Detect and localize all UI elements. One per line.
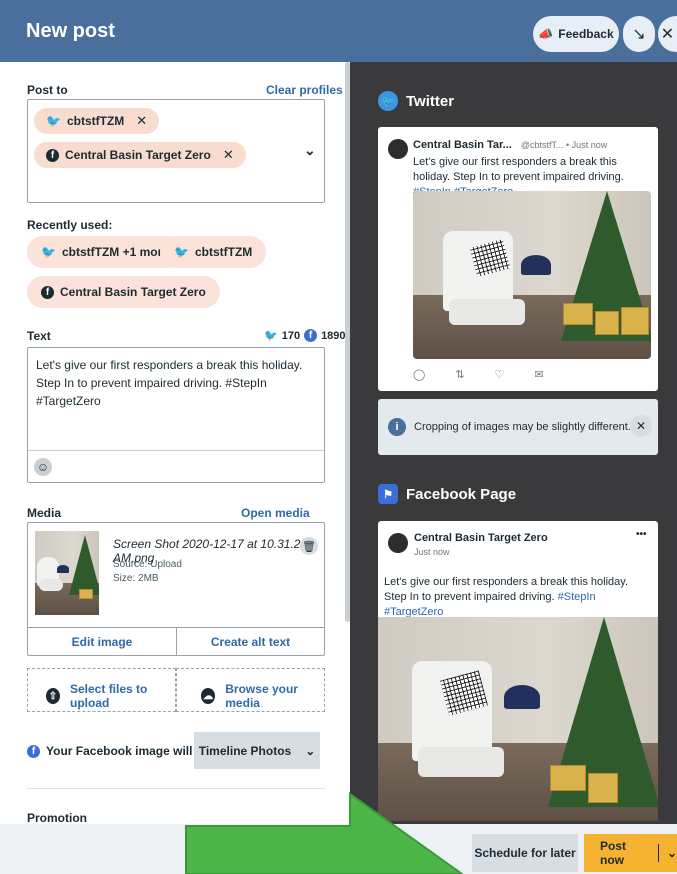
twitter-icon: 🐦 [264,330,278,342]
create-alt-text-button[interactable]: Create alt text [177,628,324,656]
text-label: Text [27,329,51,343]
minimize-button[interactable]: ↘ [623,16,655,52]
post-now-button[interactable]: Post now ⌄ [584,834,677,872]
schedule-button[interactable]: Schedule for later [472,834,578,872]
more-icon[interactable]: ••• [636,529,647,540]
divider [658,844,659,862]
tweet-actions: ◯ ⇅ ♡ ✉ [413,368,544,381]
edit-image-button[interactable]: Edit image [28,628,176,656]
facebook-account-name: Central Basin Target Zero [414,532,548,544]
twitter-char-count: 170 [281,329,301,342]
post-text-input[interactable]: Let's give our first responders a break … [36,356,306,410]
chevron-down-icon[interactable]: ⌄ [304,142,316,159]
cloud-icon: ☁ [201,688,216,704]
facebook-icon: f [304,329,318,342]
selected-profile-facebook: f Central Basin Target Zero ✕ [34,142,246,168]
facebook-album-select[interactable]: Timeline Photos ⌄ [194,732,320,769]
selected-profile-twitter: 🐦 cbtstfTZM ✕ [34,108,160,134]
facebook-icon: f [41,285,54,299]
facebook-icon: f [46,148,59,162]
clear-profiles-link[interactable]: Clear profiles [266,83,343,97]
post-text-box[interactable]: Let's give our first responders a break … [27,347,325,483]
post-now-label: Post now [600,839,627,867]
twitter-icon: 🐦 [41,245,56,259]
post-to-label: Post to [27,83,68,97]
green-arrow-overlay [185,792,464,874]
chevron-down-icon: ⌄ [305,743,316,758]
remove-profile-icon[interactable]: ✕ [223,147,234,163]
crop-notice: i Cropping of images may be slightly dif… [378,399,658,455]
divider [28,450,324,451]
retweet-icon: ⇅ [455,369,465,381]
facebook-preview-title: ⚑ Facebook Page [378,484,516,504]
close-icon[interactable]: ✕ [630,415,652,437]
browse-media-button[interactable]: ☁ Browse your media [176,668,325,712]
page-title: New post [26,20,115,42]
facebook-post-text: Let's give our first responders a break … [384,576,629,618]
select-files-button[interactable]: ⇧ Select files to upload [27,668,176,712]
info-icon: i [388,418,406,436]
divider [27,788,325,789]
feedback-button[interactable]: 📣 Feedback [533,16,619,52]
remove-profile-icon[interactable]: ✕ [136,113,147,129]
twitter-icon: 🐦 [174,245,189,259]
character-counts: 🐦 170 f 1890 [264,329,345,342]
megaphone-icon: 📣 [538,27,554,41]
composer-panel: Post to Clear profiles 🐦 cbtstfTZM ✕ f C… [0,62,345,824]
profile-selector[interactable]: 🐦 cbtstfTZM ✕ f Central Basin Target Zer… [27,99,325,203]
media-thumbnail [35,531,99,615]
emoji-icon[interactable]: ☺ [34,458,52,476]
twitter-icon: 🐦 [378,91,398,111]
promotion-label: Promotion [27,811,87,824]
media-size: Size: 2MB [113,573,159,584]
flag-icon: ⚑ [378,484,398,504]
twitter-preview-title: 🐦 Twitter [378,91,454,111]
media-label: Media [27,506,62,520]
media-attachment: Screen Shot 2020-12-17 at 10.31.26 AM.pn… [27,522,325,656]
recent-profile-item[interactable]: 🐦 cbtstfTZM [160,236,267,268]
facebook-icon: f [27,744,40,758]
facebook-char-count: 1890 [321,329,345,342]
avatar [388,533,408,553]
tweet-image [413,191,651,359]
preview-panel: 🐦 Twitter Central Basin Tar... @cbtstfT.… [350,62,677,824]
upload-icon: ⇧ [46,688,60,704]
like-icon: ♡ [494,369,505,381]
reply-icon: ◯ [413,369,426,381]
feedback-label: Feedback [558,27,614,41]
recently-used-label: Recently used: [27,218,113,232]
arrow-down-right-icon: ↘ [632,26,646,43]
twitter-icon: 🐦 [46,114,61,128]
recent-profile-item[interactable]: f Central Basin Target Zero [27,276,220,308]
media-source: Source: Upload [113,559,182,570]
facebook-preview-card: Central Basin Target Zero Just now ••• L… [378,521,658,821]
chevron-down-icon[interactable]: ⌄ [667,846,677,860]
avatar [388,139,408,159]
crop-notice-text: Cropping of images may be slightly diffe… [414,421,631,433]
close-icon: ✕ [660,26,675,43]
tweet-header: Central Basin Tar... @cbtstfT... • Just … [413,139,608,151]
facebook-post-time: Just now [414,547,450,557]
trash-icon[interactable]: 🗑 [300,537,318,555]
twitter-preview-card: Central Basin Tar... @cbtstfT... • Just … [378,127,658,391]
share-icon: ✉ [534,369,544,381]
